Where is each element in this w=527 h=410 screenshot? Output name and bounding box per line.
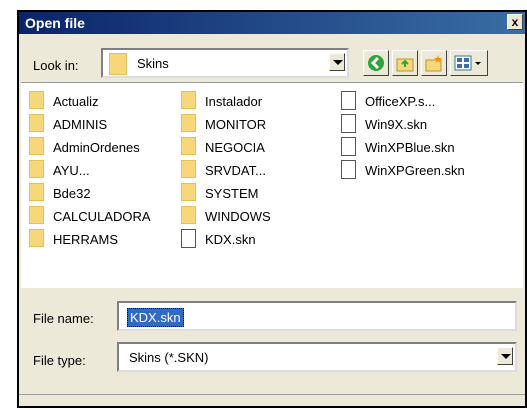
folder-icon	[29, 160, 44, 178]
item-label: SRVDAT...	[205, 163, 266, 178]
chevron-down-icon[interactable]	[497, 347, 513, 365]
chevron-down-icon[interactable]	[329, 53, 345, 71]
document-icon	[341, 114, 356, 133]
dialog-title: Open file	[25, 15, 85, 31]
document-icon	[341, 91, 356, 110]
item-label: WinXPGreen.skn	[365, 163, 465, 178]
item-label: OfficeXP.s...	[365, 94, 436, 109]
folder-icon	[29, 183, 44, 201]
file-list[interactable]: Actualiz ADMINIS AdminOrdenes AYU... Bde…	[21, 82, 523, 288]
item-label: Actualiz	[53, 94, 99, 109]
folder-icon	[29, 137, 44, 155]
item-label: AYU...	[53, 163, 90, 178]
folder-icon	[181, 160, 196, 178]
file-name-value: KDX.skn	[127, 308, 184, 327]
folder-icon	[29, 206, 44, 224]
new-folder-button[interactable]	[421, 50, 447, 76]
views-menu-button[interactable]	[450, 50, 488, 76]
folder-icon	[109, 53, 127, 75]
back-button[interactable]	[363, 50, 389, 76]
file-type-dropdown[interactable]: Skins (*.SKN)	[117, 342, 517, 372]
view-menu-icon	[454, 55, 481, 71]
item-label: Instalador	[205, 94, 263, 109]
folder-icon	[181, 206, 196, 224]
item-label: WinXPBlue.skn	[365, 140, 455, 155]
document-icon	[341, 160, 356, 179]
folder-icon	[29, 91, 44, 109]
item-label: WINDOWS	[205, 209, 271, 224]
item-label: AdminOrdenes	[53, 140, 140, 155]
item-label: KDX.skn	[205, 232, 256, 247]
new-folder-icon	[425, 55, 442, 72]
folder-icon	[29, 114, 44, 132]
file-type-value: Skins (*.SKN)	[129, 350, 209, 365]
up-folder-button[interactable]	[392, 50, 418, 76]
file-name-label: File name:	[33, 311, 94, 326]
look-in-label: Look in:	[33, 58, 79, 73]
file-name-input[interactable]: KDX.skn	[117, 301, 517, 331]
up-folder-icon	[396, 58, 414, 72]
folder-icon	[181, 114, 196, 132]
document-icon	[341, 137, 356, 156]
document-icon	[181, 229, 196, 248]
folder-icon	[181, 137, 196, 155]
look-in-dropdown[interactable]: Skins	[101, 48, 349, 78]
folder-icon	[181, 183, 196, 201]
close-icon: x	[511, 15, 519, 29]
item-label: NEGOCIA	[205, 140, 265, 155]
item-label: CALCULADORA	[53, 209, 151, 224]
item-label: SYSTEM	[205, 186, 259, 201]
item-label: MONITOR	[205, 117, 267, 132]
file-type-label: File type:	[33, 353, 86, 368]
title-bar[interactable]: Open file x	[19, 12, 525, 34]
folder-icon	[29, 229, 44, 247]
close-button[interactable]: x	[507, 14, 523, 30]
item-label: Win9X.skn	[365, 117, 428, 132]
item-label: Bde32	[53, 186, 91, 201]
item-label: ADMINIS	[53, 117, 108, 132]
divider	[19, 394, 525, 395]
item-label: HERRAMS	[53, 232, 119, 247]
folder-icon	[181, 91, 196, 109]
open-file-dialog: Open file x Look in: Skins Actualiz ADMI…	[17, 10, 527, 408]
back-arrow-icon	[368, 55, 384, 71]
look-in-value: Skins	[137, 56, 169, 71]
